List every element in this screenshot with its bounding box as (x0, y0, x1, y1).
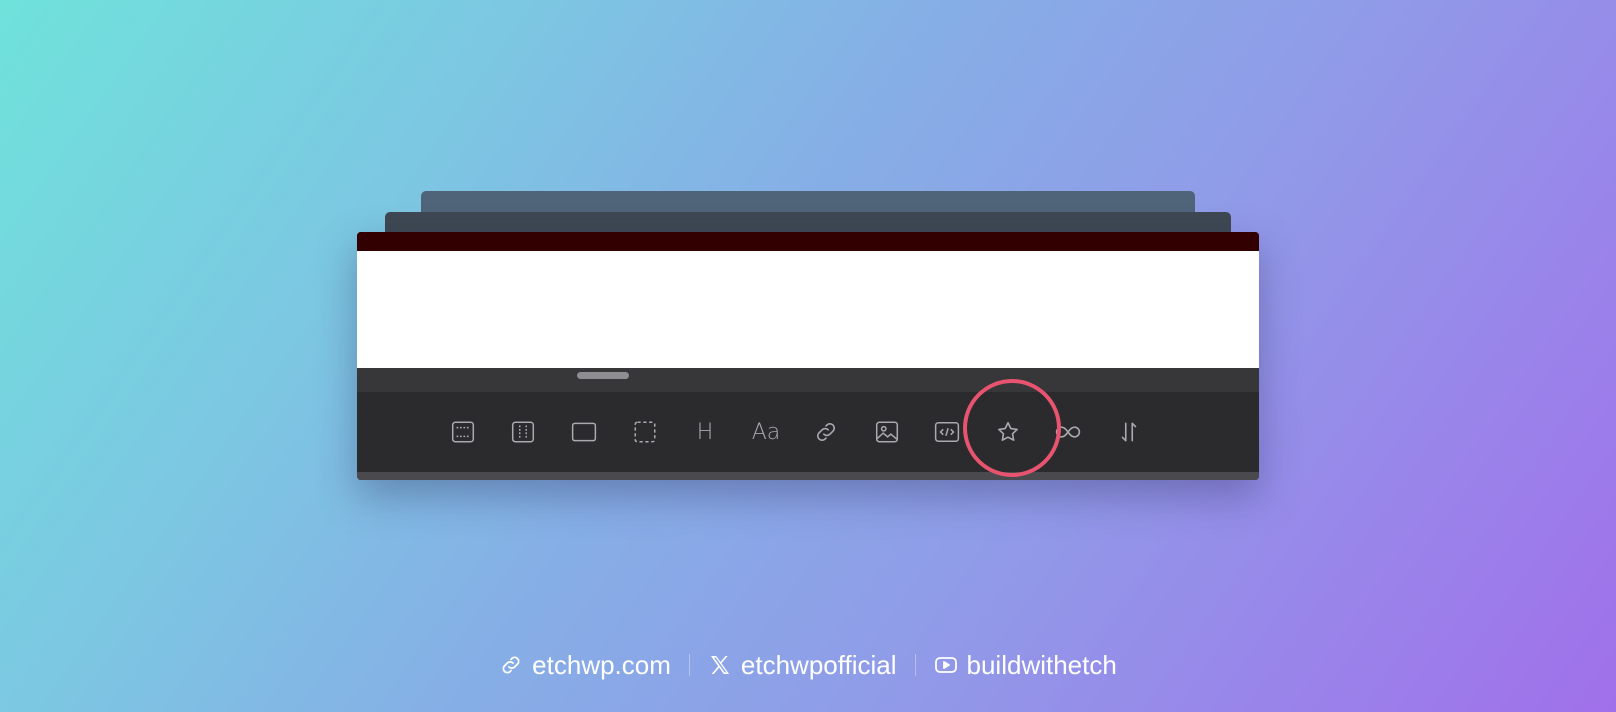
footer-links: etchwp.com etchwpofficial buildwithetch (0, 645, 1616, 685)
x-logo-icon (710, 656, 729, 674)
image-icon (875, 421, 899, 443)
sort-icon (1121, 422, 1137, 442)
website-link[interactable]: etchwp.com (499, 650, 671, 681)
x-handle-label: etchwpofficial (740, 649, 897, 680)
heading-block-button[interactable]: H (687, 414, 723, 450)
code-icon (934, 422, 960, 442)
x-link[interactable]: etchwpofficial (708, 650, 897, 681)
link-icon (502, 656, 520, 674)
component-block-button[interactable] (990, 414, 1026, 450)
youtube-label: buildwithetch (966, 649, 1117, 680)
columns-block-button[interactable] (505, 414, 541, 450)
container-rect-icon (571, 422, 597, 442)
section-block-button[interactable] (445, 414, 481, 450)
website-label: etchwp.com (532, 649, 671, 680)
youtube-link[interactable]: buildwithetch (934, 650, 1117, 681)
code-block-button[interactable] (929, 414, 965, 450)
editor-top-bar (357, 232, 1259, 251)
sort-block-button[interactable] (1111, 414, 1147, 450)
editor-window: H Aa (357, 232, 1259, 480)
youtube-icon (934, 657, 957, 673)
editor-canvas[interactable] (357, 251, 1259, 368)
footer-divider (688, 654, 690, 676)
container-block-button[interactable] (566, 414, 602, 450)
text-block-button[interactable]: Aa (748, 414, 784, 450)
text-icon: Aa (751, 419, 781, 445)
image-block-button[interactable] (869, 414, 905, 450)
link-icon (816, 422, 836, 442)
loop-block-button[interactable] (1050, 414, 1086, 450)
div-block-button[interactable] (627, 414, 663, 450)
heading-icon: H (696, 419, 714, 445)
div-dashed-square-icon (634, 421, 656, 443)
drag-handle[interactable] (577, 372, 629, 379)
star-icon (998, 421, 1018, 441)
section-dashed-rows-icon (451, 421, 475, 443)
footer-divider (914, 654, 916, 676)
columns-dashed-icon (511, 421, 535, 443)
toolbar-bottom-edge (357, 472, 1259, 480)
link-block-button[interactable] (808, 414, 844, 450)
infinity-icon (1055, 426, 1081, 438)
